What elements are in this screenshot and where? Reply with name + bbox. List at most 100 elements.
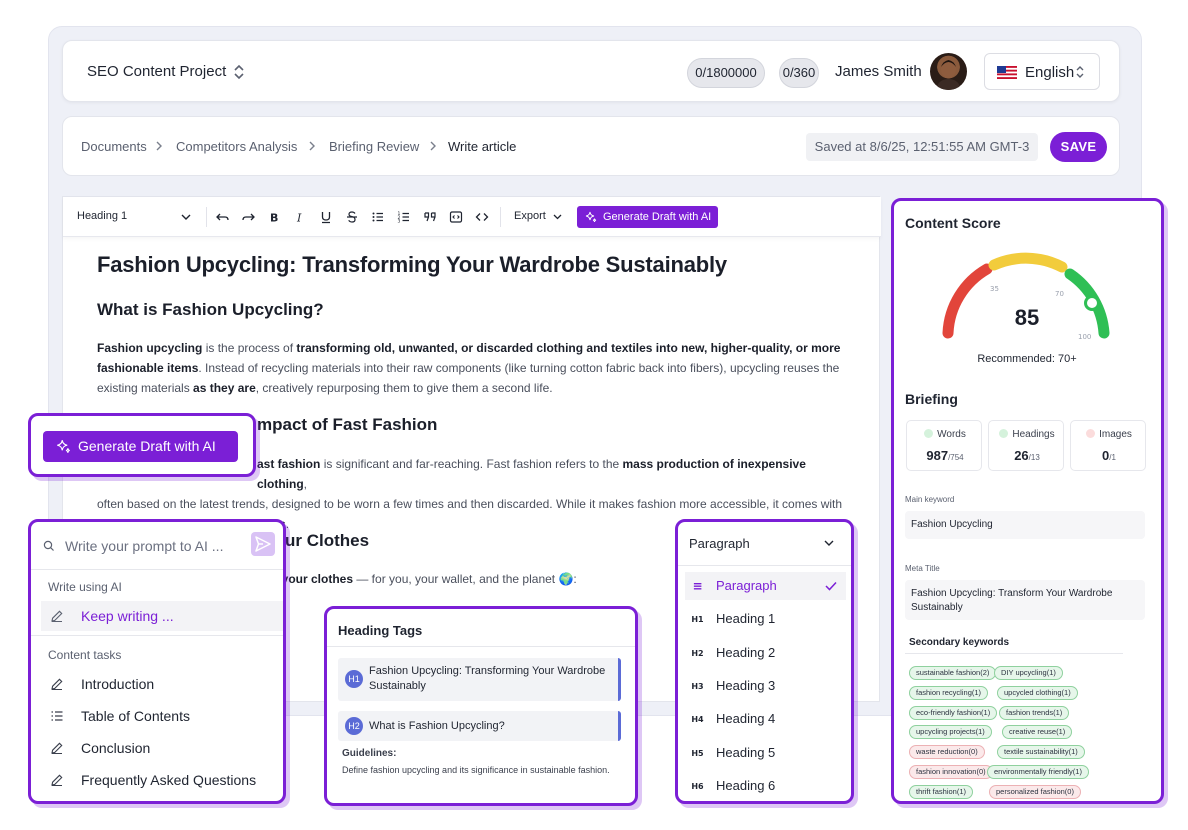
keyword-chip[interactable]: textile sustainability(1) <box>997 745 1085 760</box>
breadcrumb-competitors[interactable]: Competitors Analysis <box>176 139 297 154</box>
paragraph-2-line: often based on the latest trends, design… <box>97 497 843 511</box>
bullet-list-icon[interactable] <box>370 209 386 225</box>
keyword-chip[interactable]: upcycling projects(1) <box>909 725 992 740</box>
keyword-chip[interactable]: fashion innovation(0) <box>909 765 993 779</box>
text-run: . <box>285 517 290 531</box>
task-faq[interactable]: Frequently Asked Questions <box>41 765 283 795</box>
gauge-tick-35: 35 <box>990 285 999 293</box>
block-type-option[interactable]: H6 Heading 6 <box>685 772 846 800</box>
us-flag-icon <box>997 66 1017 79</box>
stat-label: Words <box>907 429 983 440</box>
svg-text:3: 3 <box>398 219 401 225</box>
ai-prompt-panel: Write your prompt to AI ... Write using … <box>28 519 286 804</box>
heading-level-badge: H1 <box>345 670 363 688</box>
italic-icon[interactable]: I <box>292 209 308 225</box>
task-introduction[interactable]: Introduction <box>41 669 283 699</box>
generate-draft-button-large[interactable]: Generate Draft with AI <box>43 431 238 462</box>
chevron-down-icon[interactable] <box>181 213 191 221</box>
text-run: — for you, your wallet, and the planet 🌍… <box>353 572 577 586</box>
stat-value: 987/754 <box>907 448 983 463</box>
keyword-chip[interactable]: DIY upcycling(1) <box>994 666 1063 680</box>
chevron-down-icon[interactable] <box>824 539 834 547</box>
sparkle-icon <box>57 440 70 453</box>
stat-label-text: Images <box>1099 429 1132 440</box>
chevron-down-icon[interactable] <box>553 213 562 221</box>
gauge-low-arc <box>942 263 993 339</box>
keyword-chip[interactable]: environmentally friendly(1) <box>987 765 1089 779</box>
quote-icon[interactable] <box>422 209 438 225</box>
check-icon <box>825 581 837 591</box>
updown-chevron-icon <box>1076 66 1084 78</box>
keyword-chip[interactable]: fashion recycling(1) <box>909 685 989 700</box>
guidelines-label: Guidelines: <box>342 748 397 759</box>
section-heading[interactable]: What is Fashion Upcycling? <box>97 300 324 320</box>
underline-icon[interactable] <box>318 209 334 225</box>
code-icon[interactable] <box>474 209 490 225</box>
content-score-title: Content Score <box>905 215 1001 231</box>
save-button[interactable]: SAVE <box>1050 132 1107 162</box>
generate-draft-popover: Generate Draft with AI <box>28 413 256 477</box>
task-table-of-contents[interactable]: Table of Contents <box>41 701 283 731</box>
language-selector[interactable]: English <box>984 53 1100 90</box>
keep-writing-option[interactable]: Keep writing ... <box>41 601 283 631</box>
gauge-tick-100: 100 <box>1078 333 1091 341</box>
keyword-chip[interactable]: personalized fashion(0) <box>989 784 1081 799</box>
breadcrumb-briefing[interactable]: Briefing Review <box>329 139 419 154</box>
block-type-label: Heading 6 <box>716 777 776 793</box>
briefing-title: Briefing <box>905 391 958 407</box>
keyword-chip[interactable]: fashion trends(1) <box>999 705 1070 720</box>
chevron-right-icon <box>156 141 162 151</box>
block-type-option[interactable]: H5 Heading 5 <box>685 739 846 767</box>
character-counter: 0/1800000 <box>687 58 765 88</box>
task-label: Introduction <box>81 676 155 692</box>
heading-tag-item[interactable]: H1 Fashion Upcycling: Transforming Your … <box>338 658 621 701</box>
stat-card: Words 987/754 <box>906 420 982 471</box>
generate-draft-button[interactable]: Generate Draft with AI <box>577 206 718 228</box>
keyword-chip[interactable]: sustainable fashion(2) <box>909 666 997 680</box>
text-run: is the process of <box>202 341 297 355</box>
document-title[interactable]: Fashion Upcycling: Transforming Your War… <box>97 252 727 278</box>
updown-chevron-icon[interactable] <box>233 63 245 81</box>
main-keyword-field[interactable]: Fashion Upcycling <box>905 511 1145 539</box>
divider <box>905 653 1123 654</box>
breadcrumb-documents[interactable]: Documents <box>81 139 147 154</box>
undo-icon[interactable] <box>215 209 231 225</box>
list-icon <box>51 711 63 721</box>
block-type-option[interactable]: H4 Heading 4 <box>685 705 846 733</box>
avatar[interactable] <box>930 53 967 90</box>
redo-icon[interactable] <box>240 209 256 225</box>
meta-title-field[interactable]: Fashion Upcycling: Transform Your Wardro… <box>905 580 1145 620</box>
bold-icon[interactable]: B <box>266 209 282 225</box>
section-heading[interactable]: ur Clothes <box>285 531 369 551</box>
paragraph-icon: ≡ <box>692 579 703 593</box>
keyword-chip[interactable]: creative reuse(1) <box>1002 725 1073 740</box>
heading-icon: H1 <box>691 615 704 625</box>
heading-icon: H5 <box>691 748 704 758</box>
paragraph-1[interactable]: Fashion upcycling is the process of tran… <box>97 338 847 398</box>
block-type-selected[interactable]: Paragraph <box>689 536 750 551</box>
task-conclusion[interactable]: Conclusion <box>41 733 283 763</box>
stat-target: /754 <box>948 453 964 462</box>
ai-prompt-input[interactable]: Write your prompt to AI ... <box>65 538 223 554</box>
code-block-icon[interactable] <box>448 209 464 225</box>
heading-tag-item[interactable]: H2 What is Fashion Upcycling? <box>338 711 621 741</box>
svg-text:I: I <box>296 212 302 225</box>
block-type-select[interactable]: Heading 1 <box>77 210 127 222</box>
keyword-chip[interactable]: thrift fashion(1) <box>909 784 974 799</box>
numbered-list-icon[interactable]: 123 <box>396 209 412 225</box>
heading-icon: H2 <box>691 648 704 658</box>
export-menu[interactable]: Export <box>514 210 546 222</box>
block-type-option[interactable]: H2 Heading 2 <box>685 639 846 667</box>
keyword-chip[interactable]: eco-friendly fashion(1) <box>909 705 998 720</box>
send-button[interactable] <box>251 532 275 556</box>
stat-value: 0/1 <box>1071 448 1147 463</box>
block-type-option[interactable]: H3 Heading 3 <box>685 672 846 700</box>
block-type-option[interactable]: ≡ Paragraph <box>685 572 846 600</box>
keyword-chip[interactable]: waste reduction(0) <box>909 745 985 760</box>
strikethrough-icon[interactable] <box>344 209 360 225</box>
project-selector[interactable]: SEO Content Project <box>87 63 226 80</box>
section-heading[interactable]: mpact of Fast Fashion <box>257 415 437 435</box>
block-type-option[interactable]: H1 Heading 1 <box>685 605 846 633</box>
keyword-chip[interactable]: upcycled clothing(1) <box>997 685 1078 700</box>
pencil-icon <box>51 742 63 755</box>
